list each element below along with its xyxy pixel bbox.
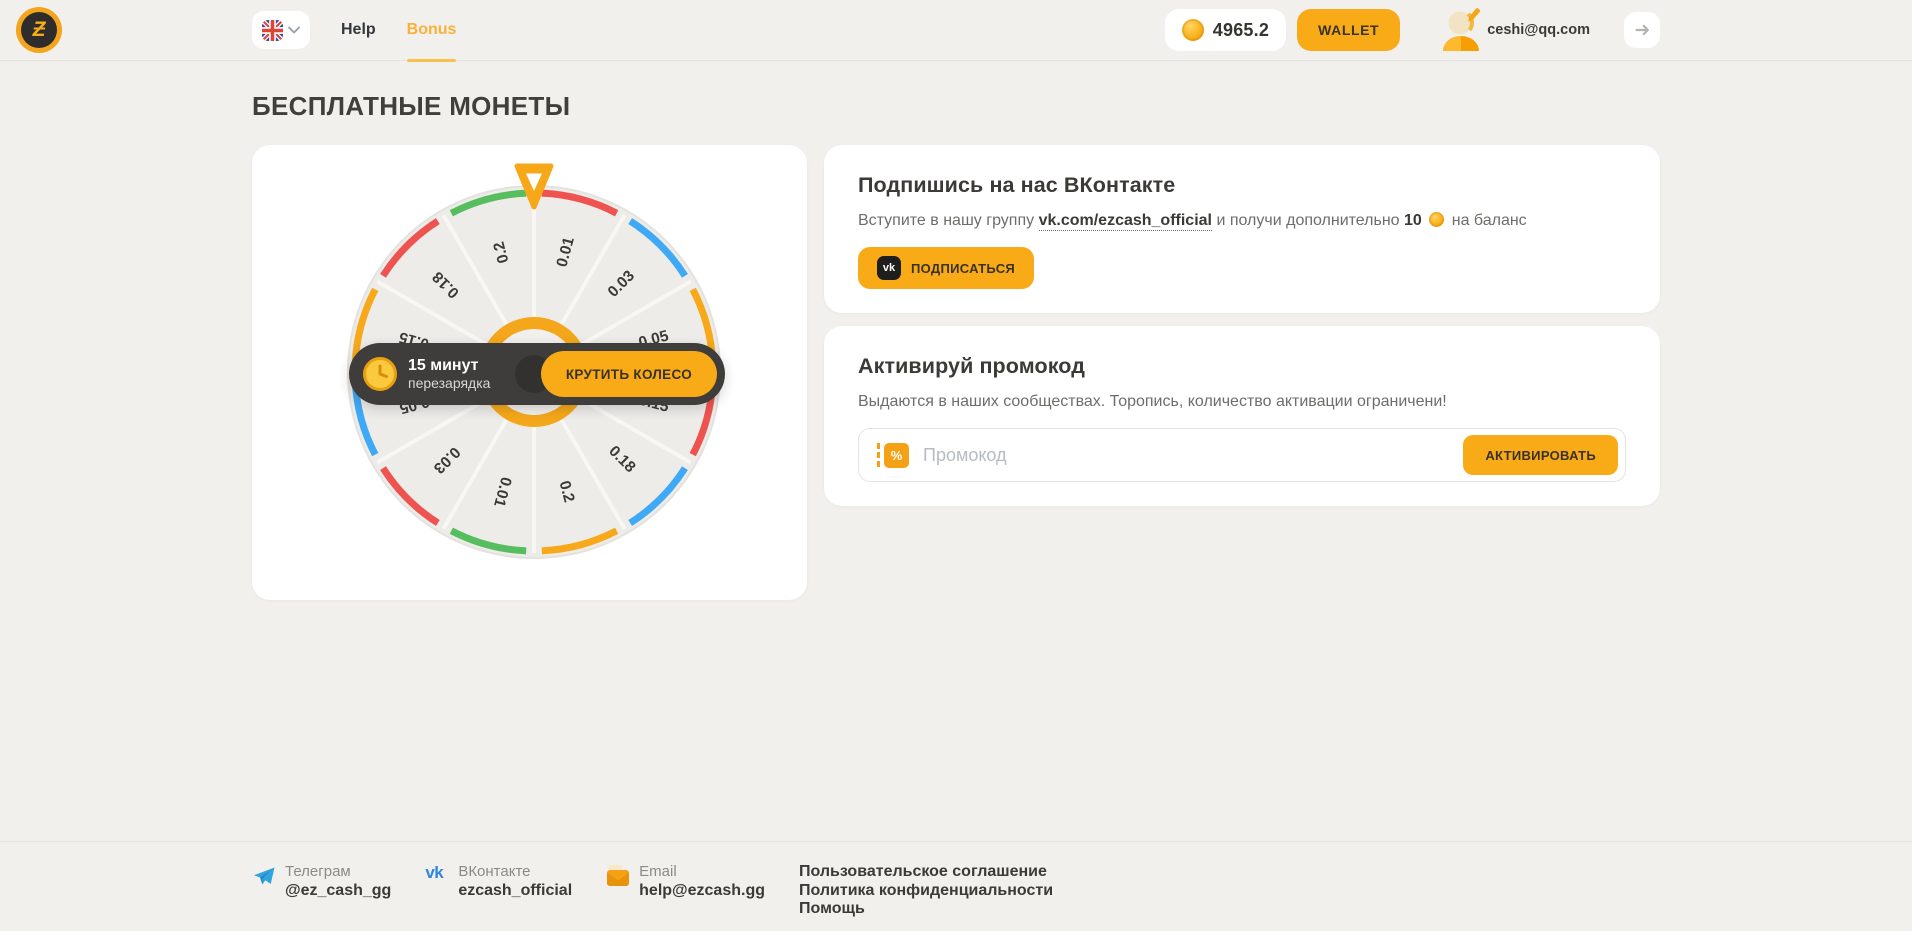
footer-email[interactable]: Email help@ezcash.gg bbox=[606, 863, 765, 900]
cooldown-subtitle: перезарядка bbox=[408, 375, 490, 392]
clock-icon bbox=[362, 356, 398, 392]
footer-links: Пользовательское соглашение Политика кон… bbox=[799, 863, 1053, 919]
subscribe-button-label: ПОДПИСАТЬСЯ bbox=[911, 261, 1015, 276]
ticket-percent: % bbox=[884, 443, 909, 468]
contact-label: Телеграм bbox=[285, 863, 391, 881]
coin-icon bbox=[1429, 212, 1444, 227]
site-logo[interactable]: Ƶ bbox=[16, 7, 62, 53]
balance-value: 4965.2 bbox=[1213, 20, 1269, 41]
activate-promo-button[interactable]: АКТИВИРОВАТЬ bbox=[1463, 435, 1618, 475]
vk-card-title: Подпишись на нас ВКонтакте bbox=[858, 173, 1626, 198]
user-email: ceshi@qq.com bbox=[1487, 22, 1590, 38]
page-title: БЕСПЛАТНЫЕ МОНЕТЫ bbox=[252, 91, 1660, 122]
contact-label: ВКонтакте bbox=[458, 863, 572, 881]
footer-vk[interactable]: vk ВКонтакте ezcash_official bbox=[425, 863, 572, 900]
header: Ƶ Help Bonus 4965.2 bbox=[0, 0, 1912, 61]
vk-bonus-amount: 10 bbox=[1404, 212, 1422, 229]
footer-link-privacy[interactable]: Политика конфиденциальности bbox=[799, 882, 1053, 901]
uk-flag-icon bbox=[262, 20, 283, 41]
ticket-stub bbox=[877, 443, 880, 467]
page: Ƶ Help Bonus 4965.2 bbox=[0, 0, 1912, 931]
vk-text-before: Вступите в нашу группу bbox=[858, 212, 1034, 229]
footer-telegram[interactable]: Телеграм @ez_cash_gg bbox=[252, 863, 391, 900]
contact-value[interactable]: ezcash_official bbox=[458, 882, 572, 900]
contact-value[interactable]: @ez_cash_gg bbox=[285, 882, 391, 900]
coin-icon bbox=[1182, 19, 1204, 41]
balance-display[interactable]: 4965.2 bbox=[1165, 9, 1286, 51]
promo-ticket-icon: % bbox=[877, 443, 909, 468]
vk-icon: vk bbox=[877, 256, 901, 280]
activate-button-label: АКТИВИРОВАТЬ bbox=[1485, 448, 1596, 463]
vk-subscribe-card: Подпишись на нас ВКонтакте Вступите в на… bbox=[824, 145, 1660, 313]
promo-input-row: % АКТИВИРОВАТЬ bbox=[858, 428, 1626, 482]
chevron-down-icon bbox=[288, 26, 300, 34]
language-selector[interactable] bbox=[252, 11, 310, 49]
promo-code-card: Активируй промокод Выдаются в наших сооб… bbox=[824, 326, 1660, 506]
user-avatar[interactable] bbox=[1437, 6, 1485, 54]
promo-code-input[interactable] bbox=[923, 445, 1463, 466]
cooldown-banner: 15 минут перезарядка КРУТИТЬ КОЛЕСО bbox=[349, 343, 725, 405]
promo-card-title: Активируй промокод bbox=[858, 354, 1626, 379]
contact-value[interactable]: help@ezcash.gg bbox=[639, 882, 765, 900]
footer-link-help[interactable]: Помощь bbox=[799, 900, 1053, 919]
vk-group-link[interactable]: vk.com/ezcash_official bbox=[1039, 212, 1212, 231]
footer: Телеграм @ez_cash_gg vk ВКонтакте ezcash… bbox=[0, 841, 1912, 931]
logout-arrow-icon bbox=[1633, 21, 1651, 39]
nav-bonus[interactable]: Bonus bbox=[407, 0, 457, 61]
telegram-icon bbox=[252, 864, 276, 888]
vk-text-after: на баланс bbox=[1452, 212, 1527, 229]
main-content: БЕСПЛАТНЫЕ МОНЕТЫ 0.010.030.050.150.180.… bbox=[0, 61, 1912, 841]
subscribe-button[interactable]: vk ПОДПИСАТЬСЯ bbox=[858, 247, 1034, 289]
footer-link-terms[interactable]: Пользовательское соглашение bbox=[799, 863, 1053, 882]
vk-text-middle: и получи дополнительно bbox=[1216, 212, 1399, 229]
spin-wheel-button[interactable]: КРУТИТЬ КОЛЕСО bbox=[541, 351, 717, 397]
email-icon bbox=[606, 864, 630, 887]
site-logo-glyph: Ƶ bbox=[21, 12, 57, 48]
nav-help[interactable]: Help bbox=[341, 0, 376, 61]
fortune-wheel-card: 0.010.030.050.150.180.20.010.030.050.150… bbox=[252, 145, 807, 600]
vk-icon: vk bbox=[425, 864, 449, 900]
promo-card-description: Выдаются в наших сообществах. Торопись, … bbox=[858, 391, 1626, 412]
cooldown-time: 15 минут bbox=[408, 356, 490, 375]
contact-label: Email bbox=[639, 863, 765, 881]
wallet-button[interactable]: WALLET bbox=[1297, 9, 1400, 51]
logout-button[interactable] bbox=[1624, 12, 1660, 48]
vk-card-text: Вступите в нашу группу vk.com/ezcash_off… bbox=[858, 210, 1626, 231]
